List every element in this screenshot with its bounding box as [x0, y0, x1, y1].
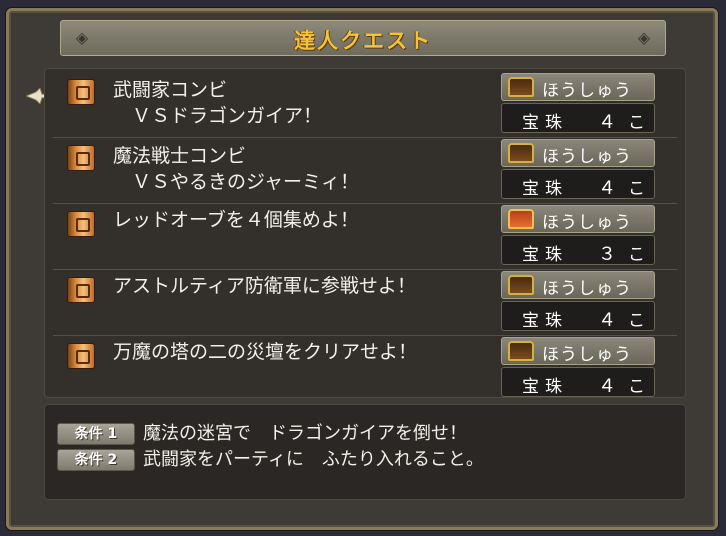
- reward-label: ほうしゅう: [542, 279, 632, 299]
- reward-count: ４: [598, 178, 616, 199]
- reward-item: 宝珠: [522, 311, 568, 331]
- reward-label: ほうしゅう: [542, 147, 632, 167]
- treasure-chest-icon: [508, 341, 534, 361]
- title-ornament-right-icon: ◈: [637, 28, 651, 47]
- red-treasure-chest-icon: [508, 209, 534, 229]
- reward-unit: こ: [628, 377, 645, 397]
- conditions-panel: 条件 1 魔法の迷宮で ドラゴンガイアを倒せ！ 条件 2 武闘家をパーティに ふ…: [44, 404, 686, 500]
- condition-text: 魔法の迷宮で ドラゴンガイアを倒せ！: [143, 423, 467, 444]
- reward-label: ほうしゅう: [542, 213, 632, 233]
- quest-row[interactable]: アストルティア防衛軍に参戦せよ！ ほうしゅう 宝珠 ４ こ: [53, 269, 677, 336]
- reward-panel: ほうしゅう 宝珠 ３ こ: [501, 205, 655, 265]
- condition-row: 条件 2 武闘家をパーティに ふたり入れること。: [57, 447, 667, 473]
- reward-item: 宝珠: [522, 113, 568, 133]
- quest-row[interactable]: 魔法戦士コンビ ＶＳやるきのジャーミィ！ ほうしゅう 宝珠 ４ こ: [53, 137, 677, 204]
- reward-unit: こ: [628, 113, 645, 133]
- reward-count: ３: [598, 244, 616, 265]
- treasure-chest-icon: [508, 275, 534, 295]
- quest-row[interactable]: レッドオーブを４個集めよ！ ほうしゅう 宝珠 ３ こ: [53, 203, 677, 270]
- window-title: 達人クエスト: [294, 29, 432, 53]
- quest-scroll-icon: [67, 211, 95, 237]
- reward-label: ほうしゅう: [542, 345, 632, 365]
- quest-scroll-icon: [67, 343, 95, 369]
- reward-item: 宝珠: [522, 179, 568, 199]
- quest-name: 魔法戦士コンビ ＶＳやるきのジャーミィ！: [113, 145, 360, 193]
- treasure-chest-icon: [508, 143, 534, 163]
- reward-panel: ほうしゅう 宝珠 ４ こ: [501, 271, 655, 331]
- reward-panel: ほうしゅう 宝珠 ４ こ: [501, 139, 655, 199]
- quest-row[interactable]: 万魔の塔の二の災壇をクリアせよ！ ほうしゅう 宝珠 ４ こ: [53, 335, 677, 401]
- quest-list: 武闘家コンビ ＶＳドラゴンガイア！ ほうしゅう 宝珠 ４ こ 魔法戦士コンビ Ｖ…: [44, 68, 686, 398]
- quest-name: レッドオーブを４個集めよ！: [113, 209, 359, 231]
- treasure-chest-icon: [508, 77, 534, 97]
- reward-item: 宝珠: [522, 245, 568, 265]
- reward-panel: ほうしゅう 宝珠 ４ こ: [501, 73, 655, 133]
- quest-scroll-icon: [67, 277, 95, 303]
- reward-label: ほうしゅう: [542, 81, 632, 101]
- title-bar: ◈ 達人クエスト ◈: [60, 20, 666, 56]
- reward-count: ４: [598, 376, 616, 397]
- quest-name: 万魔の塔の二の災壇をクリアせよ！: [113, 341, 418, 363]
- condition-tag: 条件 1: [57, 423, 135, 445]
- reward-count: ４: [598, 310, 616, 331]
- quest-scroll-icon: [67, 79, 95, 105]
- reward-panel: ほうしゅう 宝珠 ４ こ: [501, 337, 655, 397]
- reward-unit: こ: [628, 245, 645, 265]
- quest-name: アストルティア防衛軍に参戦せよ！: [113, 275, 416, 297]
- reward-count: ４: [598, 112, 616, 133]
- reward-unit: こ: [628, 311, 645, 331]
- quest-row[interactable]: 武闘家コンビ ＶＳドラゴンガイア！ ほうしゅう 宝珠 ４ こ: [53, 71, 677, 138]
- reward-item: 宝珠: [522, 377, 568, 397]
- quest-scroll-icon: [67, 145, 95, 171]
- condition-tag: 条件 2: [57, 449, 135, 471]
- condition-text: 武闘家をパーティに ふたり入れること。: [143, 449, 484, 470]
- condition-row: 条件 1 魔法の迷宮で ドラゴンガイアを倒せ！: [57, 421, 667, 447]
- reward-unit: こ: [628, 179, 645, 199]
- quest-name: 武闘家コンビ ＶＳドラゴンガイア！: [113, 79, 323, 127]
